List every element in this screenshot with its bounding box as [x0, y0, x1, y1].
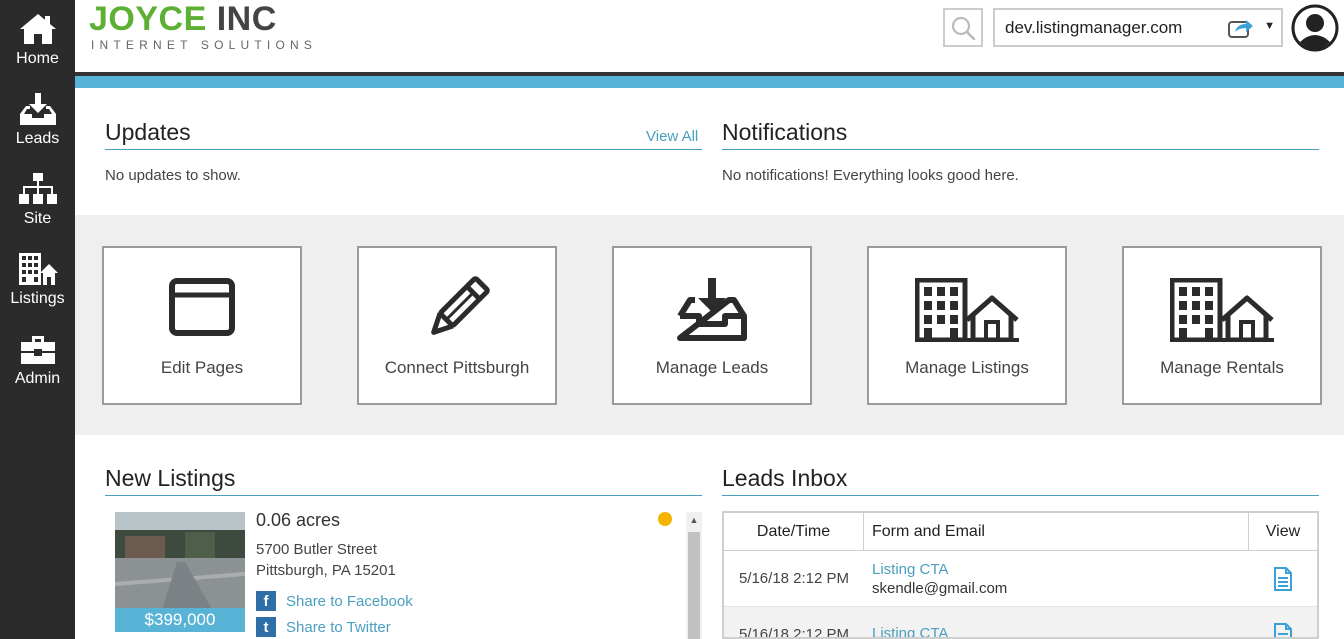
company-logo[interactable]: JOYCE INC INTERNET SOLUTIONS — [89, 2, 317, 52]
twitter-icon: t — [256, 617, 276, 637]
updates-empty-text: No updates to show. — [105, 167, 241, 184]
inbox-download-icon — [19, 93, 56, 125]
lead-date: 5/16/18 2:12 PM — [738, 570, 850, 587]
lead-form-link[interactable]: Listing CTA — [872, 625, 1249, 637]
buildings-icon — [1170, 278, 1274, 342]
listing-price: $399,000 — [115, 608, 245, 632]
logo-word-inc: INC — [206, 0, 277, 38]
listing-address-line2: Pittsburgh, PA 15201 — [256, 562, 396, 579]
table-header: Date/Time Form and Email View — [724, 513, 1317, 551]
sidebar-item-site[interactable]: Site — [0, 160, 75, 240]
scrollbar-thumb[interactable] — [688, 532, 700, 639]
tile-label: Manage Listings — [905, 358, 1029, 377]
top-header: JOYCE INC INTERNET SOLUTIONS dev.listing… — [75, 0, 1344, 72]
sidebar-item-admin[interactable]: Admin — [0, 320, 75, 400]
pencil-icon — [431, 276, 490, 335]
document-view-icon[interactable] — [1273, 566, 1293, 591]
tile-connect-pittsburgh[interactable]: Connect Pittsburgh — [357, 246, 557, 405]
site-selector[interactable]: dev.listingmanager.com ▼ — [993, 8, 1283, 47]
leads-inbox-title: Leads Inbox — [722, 465, 848, 491]
site-domain-text: dev.listingmanager.com — [1005, 17, 1183, 37]
listings-scrollbar[interactable]: ▲ — [686, 512, 702, 639]
sitemap-icon — [18, 173, 57, 204]
sidebar-item-leads[interactable]: Leads — [0, 80, 75, 160]
buildings-icon — [18, 253, 58, 285]
sidebar-item-label: Admin — [14, 370, 61, 387]
view-all-link[interactable]: View All — [646, 128, 698, 145]
quick-actions-band: Edit Pages Connect Pittsburgh Manage Lea… — [75, 215, 1344, 435]
share-twitter-label: Share to Twitter — [286, 618, 391, 636]
notifications-title: Notifications — [722, 119, 848, 145]
tile-label: Manage Rentals — [1160, 358, 1284, 377]
tile-manage-rentals[interactable]: Manage Rentals — [1122, 246, 1322, 405]
scroll-up-icon[interactable]: ▲ — [686, 512, 702, 528]
user-avatar-icon[interactable] — [1291, 4, 1339, 52]
lead-form-link[interactable]: Listing CTA — [872, 561, 1249, 578]
sidebar-item-label: Leads — [15, 130, 60, 147]
facebook-icon: f — [256, 591, 276, 611]
listing-status-dot — [658, 512, 672, 526]
column-header-form[interactable]: Form and Email — [864, 513, 1249, 550]
inbox-download-icon — [677, 278, 747, 341]
sidebar-item-label: Listings — [10, 290, 65, 307]
logo-wordmark: JOYCE INC — [89, 2, 317, 36]
chevron-down-icon[interactable]: ▼ — [1264, 20, 1275, 32]
table-row[interactable]: 5/16/18 2:12 PM Listing CTA — [724, 607, 1317, 639]
listing-address-line1: 5700 Butler Street — [256, 541, 377, 558]
search-icon — [951, 16, 976, 40]
sidebar-item-listings[interactable]: Listings — [0, 240, 75, 320]
share-twitter-link[interactable]: t Share to Twitter — [256, 617, 391, 637]
sidebar-item-label: Home — [16, 50, 59, 67]
leads-table: Date/Time Form and Email View 5/16/18 2:… — [722, 511, 1319, 639]
header-accent-bar — [75, 76, 1344, 88]
browser-window-icon — [169, 278, 235, 336]
external-share-icon[interactable] — [1227, 17, 1255, 39]
tile-manage-listings[interactable]: Manage Listings — [867, 246, 1067, 405]
new-listings-divider — [105, 495, 702, 496]
sidebar-item-home[interactable]: Home — [0, 0, 75, 80]
document-view-icon[interactable] — [1273, 622, 1293, 639]
new-listings-title: New Listings — [105, 465, 236, 491]
sidebar-item-label: Site — [23, 210, 52, 227]
updates-title: Updates — [105, 119, 191, 145]
column-header-date[interactable]: Date/Time — [724, 513, 864, 550]
logo-tagline: INTERNET SOLUTIONS — [91, 38, 318, 52]
lead-date: 5/16/18 2:12 PM — [738, 626, 850, 639]
lead-email: skendle@gmail.com — [872, 579, 1008, 597]
search-button[interactable] — [943, 8, 983, 47]
logo-word-joyce: JOYCE — [89, 0, 207, 38]
share-facebook-link[interactable]: f Share to Facebook — [256, 591, 413, 611]
share-facebook-label: Share to Facebook — [286, 592, 413, 610]
listing-size: 0.06 acres — [256, 510, 341, 530]
tile-edit-pages[interactable]: Edit Pages — [102, 246, 302, 405]
leads-inbox-divider — [722, 495, 1319, 496]
sidebar: Home Leads Site Listings Admin — [0, 0, 75, 639]
notifications-divider — [722, 149, 1319, 150]
notifications-empty-text: No notifications! Everything looks good … — [722, 167, 1019, 184]
table-row[interactable]: 5/16/18 2:12 PM Listing CTA skendle@gmai… — [724, 551, 1317, 607]
tile-label: Edit Pages — [160, 358, 244, 377]
updates-divider — [105, 149, 702, 150]
home-icon — [19, 14, 56, 44]
column-header-view[interactable]: View — [1249, 513, 1317, 550]
tile-label: Manage Leads — [655, 358, 769, 377]
tile-manage-leads[interactable]: Manage Leads — [612, 246, 812, 405]
buildings-icon — [915, 278, 1019, 342]
toolbox-icon — [20, 336, 55, 364]
tile-label: Connect Pittsburgh — [384, 358, 530, 377]
